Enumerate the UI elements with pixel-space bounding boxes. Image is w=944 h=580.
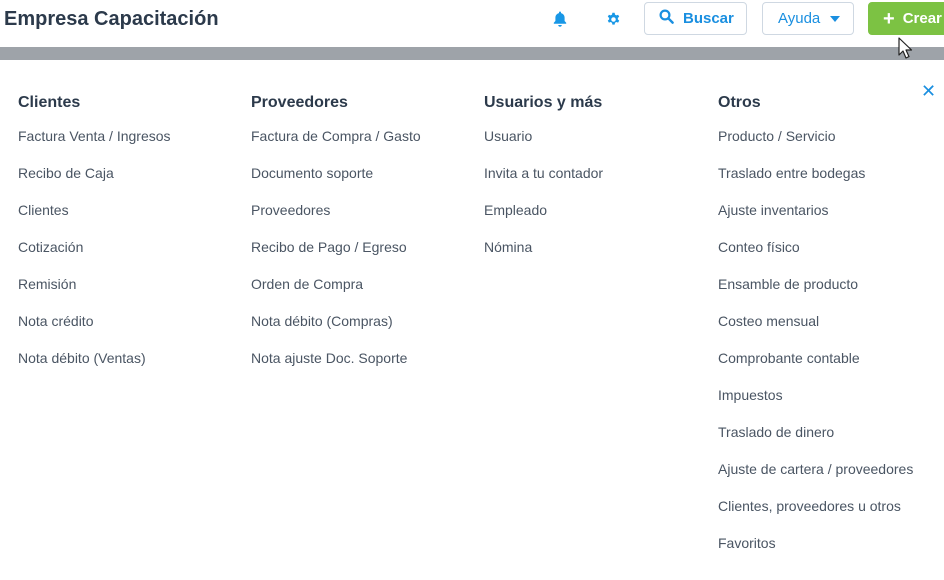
search-button[interactable]: Buscar <box>644 2 747 35</box>
menu-item[interactable]: Producto / Servicio <box>718 128 913 165</box>
menu-item[interactable]: Factura Venta / Ingresos <box>18 128 171 165</box>
menu-item[interactable]: Recibo de Caja <box>18 165 171 202</box>
menu-item[interactable]: Orden de Compra <box>251 276 421 313</box>
menu-item[interactable]: Ajuste de cartera / proveedores <box>718 461 913 498</box>
menu-list: Producto / Servicio Traslado entre bodeg… <box>718 128 913 572</box>
help-dropdown[interactable]: Ayuda <box>762 2 854 35</box>
menu-item[interactable]: Cotización <box>18 239 171 276</box>
mouse-cursor-icon <box>898 37 913 59</box>
menu-column-title: Usuarios y más <box>484 94 603 111</box>
menu-column-otros: Otros Producto / Servicio Traslado entre… <box>718 94 913 572</box>
plus-icon: + <box>883 7 895 30</box>
menu-item[interactable]: Traslado de dinero <box>718 424 913 461</box>
menu-item[interactable]: Conteo físico <box>718 239 913 276</box>
menu-column-usuarios: Usuarios y más Usuario Invita a tu conta… <box>484 94 603 276</box>
menu-item[interactable]: Nota ajuste Doc. Soporte <box>251 350 421 387</box>
create-button-label: Crear <box>902 10 942 27</box>
caret-down-icon <box>830 15 841 22</box>
menu-item[interactable]: Remisión <box>18 276 171 313</box>
menu-item[interactable]: Usuario <box>484 128 603 165</box>
menu-item[interactable]: Favoritos <box>718 535 913 572</box>
menu-item[interactable]: Nómina <box>484 239 603 276</box>
menu-item[interactable]: Clientes, proveedores u otros <box>718 498 913 535</box>
menu-column-title: Otros <box>718 94 761 111</box>
menu-column-proveedores: Proveedores Factura de Compra / Gasto Do… <box>251 94 421 387</box>
menu-list: Factura Venta / Ingresos Recibo de Caja … <box>18 128 171 387</box>
menu-item[interactable]: Impuestos <box>718 387 913 424</box>
menu-list: Factura de Compra / Gasto Documento sopo… <box>251 128 421 387</box>
menu-item[interactable]: Invita a tu contador <box>484 165 603 202</box>
menu-item[interactable]: Ajuste inventarios <box>718 202 913 239</box>
menu-item[interactable]: Ensamble de producto <box>718 276 913 313</box>
search-icon <box>659 9 683 28</box>
create-button[interactable]: + Crear <box>868 2 944 35</box>
menu-item[interactable]: Nota crédito <box>18 313 171 350</box>
menu-item[interactable]: Proveedores <box>251 202 421 239</box>
gear-icon[interactable] <box>605 10 621 28</box>
close-icon[interactable]: ✕ <box>921 82 936 100</box>
menu-item[interactable]: Traslado entre bodegas <box>718 165 913 202</box>
menu-item[interactable]: Factura de Compra / Gasto <box>251 128 421 165</box>
menu-item[interactable]: Clientes <box>18 202 171 239</box>
top-header: Empresa Capacitación Buscar Ayuda + Crea… <box>0 0 944 47</box>
menu-column-title: Proveedores <box>251 94 348 111</box>
menu-item[interactable]: Nota débito (Compras) <box>251 313 421 350</box>
company-name: Empresa Capacitación <box>4 8 219 30</box>
menu-column-title: Clientes <box>18 94 81 111</box>
menu-item[interactable]: Recibo de Pago / Egreso <box>251 239 421 276</box>
header-divider <box>0 47 944 60</box>
search-button-label: Buscar <box>683 10 734 27</box>
menu-list: Usuario Invita a tu contador Empleado Nó… <box>484 128 603 276</box>
menu-item[interactable]: Costeo mensual <box>718 313 913 350</box>
menu-item[interactable]: Documento soporte <box>251 165 421 202</box>
menu-column-clientes: Clientes Factura Venta / Ingresos Recibo… <box>18 94 171 387</box>
help-dropdown-label: Ayuda <box>778 10 821 27</box>
menu-item[interactable]: Empleado <box>484 202 603 239</box>
menu-item[interactable]: Nota débito (Ventas) <box>18 350 171 387</box>
bell-icon[interactable] <box>552 10 568 28</box>
menu-item[interactable]: Comprobante contable <box>718 350 913 387</box>
